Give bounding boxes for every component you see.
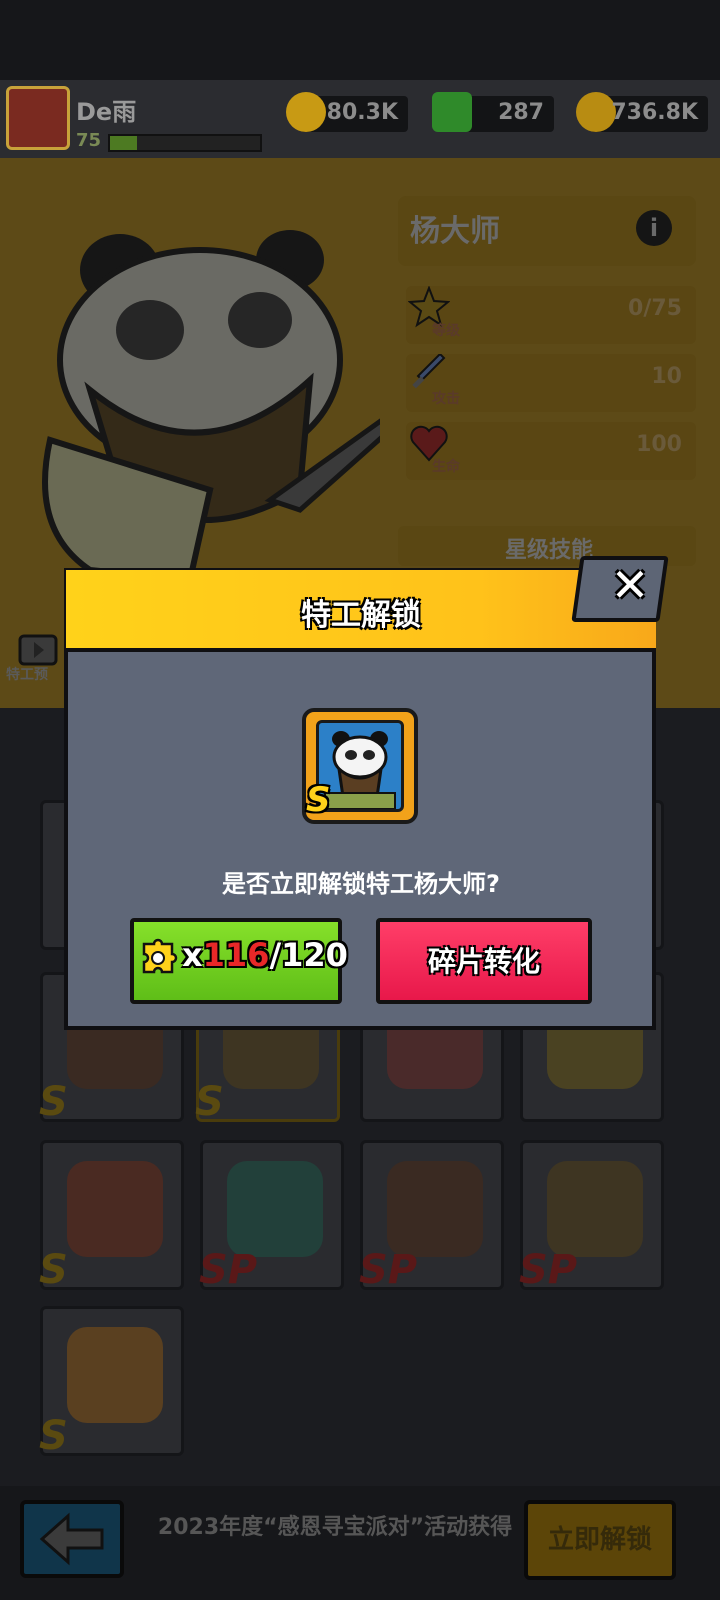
portrait-rank-badge: S [306,780,331,820]
unlock-question: 是否立即解锁特工杨大师? [222,870,500,898]
fragment-prefix: x [182,936,203,974]
dialog-title: 特工解锁 [301,598,421,633]
fragment-count: x116/120 [182,936,348,974]
fragment-have: 116 [202,936,270,974]
puzzle-fragment-icon [142,938,178,974]
fragment-convert-label[interactable]: 碎片转化 [376,940,592,980]
close-icon[interactable]: ✕ [600,558,660,612]
fragment-need: /120 [269,936,348,974]
panda-portrait-icon [324,731,396,810]
